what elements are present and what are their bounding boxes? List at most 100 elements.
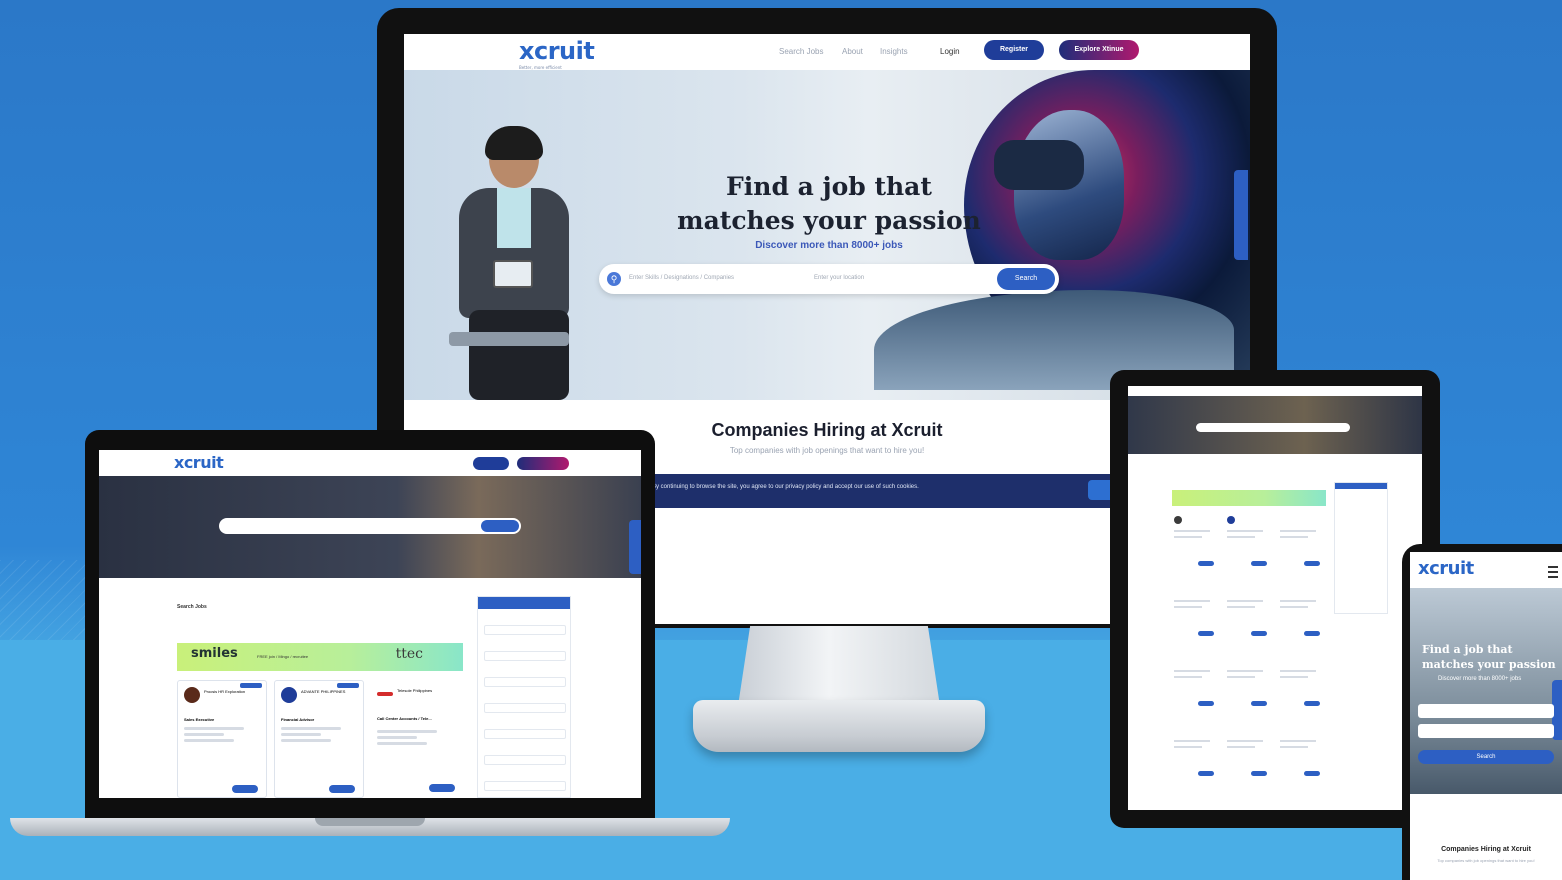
filter-panel-header xyxy=(478,597,570,609)
vr-headset-image xyxy=(994,140,1084,190)
hero-section: Find a job that matches your passion Dis… xyxy=(404,70,1250,400)
tablet-filter-header xyxy=(1335,483,1387,489)
nav-insights[interactable]: Insights xyxy=(880,47,908,56)
apply-button[interactable] xyxy=(329,785,355,793)
cookie-text: By continuing to browse the site, you ag… xyxy=(652,484,919,490)
tablet-job-card[interactable] xyxy=(1225,582,1271,638)
laptop-search-bar[interactable] xyxy=(219,518,521,534)
filter-field[interactable] xyxy=(484,781,566,791)
search-button[interactable]: Search xyxy=(997,268,1055,290)
tablet-job-card[interactable] xyxy=(1278,512,1324,568)
laptop-search-button[interactable] xyxy=(481,520,519,532)
filter-field[interactable] xyxy=(484,755,566,765)
brand-name: xcruit xyxy=(519,37,595,65)
monitor-stand-neck xyxy=(738,626,940,706)
filter-field[interactable] xyxy=(484,677,566,687)
stool-image xyxy=(449,332,569,346)
tablet-screen xyxy=(1128,386,1422,810)
company-avatar xyxy=(377,692,393,696)
tablet-filter-panel xyxy=(1334,482,1388,614)
location-input[interactable]: Enter your location xyxy=(814,275,864,281)
laptop-brand-logo[interactable]: xcruit xyxy=(174,453,224,472)
job-role: Sales Executive xyxy=(184,717,215,722)
banner-middle-text: FREE join / Mingo / recruitee xyxy=(257,654,309,659)
laptop-explore-button[interactable] xyxy=(517,457,569,470)
phone-location-input[interactable] xyxy=(1418,724,1554,738)
tablet-job-card[interactable] xyxy=(1225,512,1271,568)
laptop-nav: xcruit xyxy=(99,450,641,477)
laptop: xcruit Search Jobs smiles FREE join / Mi… xyxy=(85,430,655,820)
laptop-screen: xcruit Search Jobs smiles FREE join / Mi… xyxy=(99,450,641,798)
filter-field[interactable] xyxy=(484,651,566,661)
tablet-job-card[interactable] xyxy=(1278,582,1324,638)
filter-field[interactable] xyxy=(484,703,566,713)
company-avatar xyxy=(184,687,200,703)
brand-logo[interactable]: xcruit Better, more efficient xyxy=(519,37,595,70)
tablet-job-card[interactable] xyxy=(1172,582,1218,638)
job-search-bar: ⚲ Enter Skills / Designations / Companie… xyxy=(599,264,1059,294)
phone-hero-title-line-2: matches your passion xyxy=(1422,658,1556,671)
job-card-tag xyxy=(337,683,359,688)
apply-button[interactable] xyxy=(232,785,258,793)
search-icon: ⚲ xyxy=(607,272,621,286)
monitor-stand-base xyxy=(693,700,985,752)
job-card[interactable]: Procsis HR Exploration Sales Executive xyxy=(177,680,267,798)
hero-title-line-2: matches your passion xyxy=(677,206,981,235)
tablet-job-card[interactable] xyxy=(1225,722,1271,778)
apply-button[interactable] xyxy=(429,784,455,792)
tablet xyxy=(1110,370,1440,828)
hero-title-line-1: Find a job that xyxy=(726,172,932,201)
phone-companies-subtitle: Top companies with job openings that wan… xyxy=(1437,858,1535,863)
banner-smiles-logo: smiles xyxy=(191,646,238,661)
nav-search-jobs[interactable]: Search Jobs xyxy=(779,47,823,56)
register-button[interactable]: Register xyxy=(984,40,1044,60)
explore-button[interactable]: Explore Xtinue xyxy=(1059,40,1139,60)
banner-ttec-logo: ttec xyxy=(395,646,423,662)
laptop-register-button[interactable] xyxy=(473,457,509,470)
job-role: Financial Advisor xyxy=(281,717,315,722)
job-company: Procsis HR Exploration xyxy=(204,689,246,694)
phone-screen: xcruit Find a job that matches your pass… xyxy=(1410,552,1562,880)
phone-skills-input[interactable] xyxy=(1418,704,1554,718)
hero-subtitle: Discover more than 8000+ jobs xyxy=(755,240,903,251)
skills-search-input[interactable]: Enter Skills / Designations / Companies xyxy=(629,275,734,281)
job-card[interactable]: Telesole Philippines Call Center Account… xyxy=(371,680,463,796)
filter-field[interactable] xyxy=(484,729,566,739)
laptop-notch xyxy=(315,818,425,826)
tablet-job-card[interactable] xyxy=(1172,652,1218,708)
feedback-side-tab[interactable] xyxy=(1234,170,1248,260)
job-company: Telesole Philippines xyxy=(397,688,433,693)
hero-title: Find a job that matches your passion xyxy=(654,170,1004,238)
phone-hero-subtitle: Discover more than 8000+ jobs xyxy=(1438,676,1522,682)
filter-panel xyxy=(477,596,571,798)
job-role: Call Center Accounts / Tele... xyxy=(377,716,432,721)
nav-about[interactable]: About xyxy=(842,47,863,56)
company-avatar xyxy=(281,687,297,703)
tablet-employer-banner[interactable] xyxy=(1172,490,1326,506)
tablet-job-card[interactable] xyxy=(1278,652,1324,708)
phone-brand-logo[interactable]: xcruit xyxy=(1418,558,1474,579)
phone-search-button[interactable]: Search xyxy=(1418,750,1554,764)
tablet-job-card[interactable] xyxy=(1225,652,1271,708)
job-card-tag xyxy=(240,683,262,688)
phone-companies-title: Companies Hiring at Xcruit xyxy=(1441,846,1531,853)
job-card[interactable]: ADVANTE PHILIPPINES Financial Advisor xyxy=(274,680,364,798)
tablet-job-card[interactable] xyxy=(1172,512,1218,568)
tablet-search-bar[interactable] xyxy=(1196,423,1350,432)
listing-title: Search Jobs xyxy=(177,604,207,610)
phone-hero-title-line-1: Find a job that xyxy=(1422,643,1513,656)
woman-with-tablet-image xyxy=(449,126,579,400)
tablet-job-card[interactable] xyxy=(1278,722,1324,778)
login-link[interactable]: Login xyxy=(940,47,960,56)
tablet-hero xyxy=(1128,396,1422,454)
job-company: ADVANTE PHILIPPINES xyxy=(301,689,346,694)
tablet-job-card[interactable] xyxy=(1172,722,1218,778)
laptop-side-tab[interactable] xyxy=(629,520,641,574)
laptop-hero xyxy=(99,476,641,578)
phone-hero-title: Find a job that matches your passion xyxy=(1422,642,1562,672)
employer-banner[interactable]: smiles FREE join / Mingo / recruitee tte… xyxy=(177,643,463,671)
smartphone: xcruit Find a job that matches your pass… xyxy=(1402,544,1562,880)
hamburger-menu-icon[interactable] xyxy=(1548,566,1558,578)
top-nav: xcruit Better, more efficient Search Job… xyxy=(404,34,1250,71)
filter-field[interactable] xyxy=(484,625,566,635)
